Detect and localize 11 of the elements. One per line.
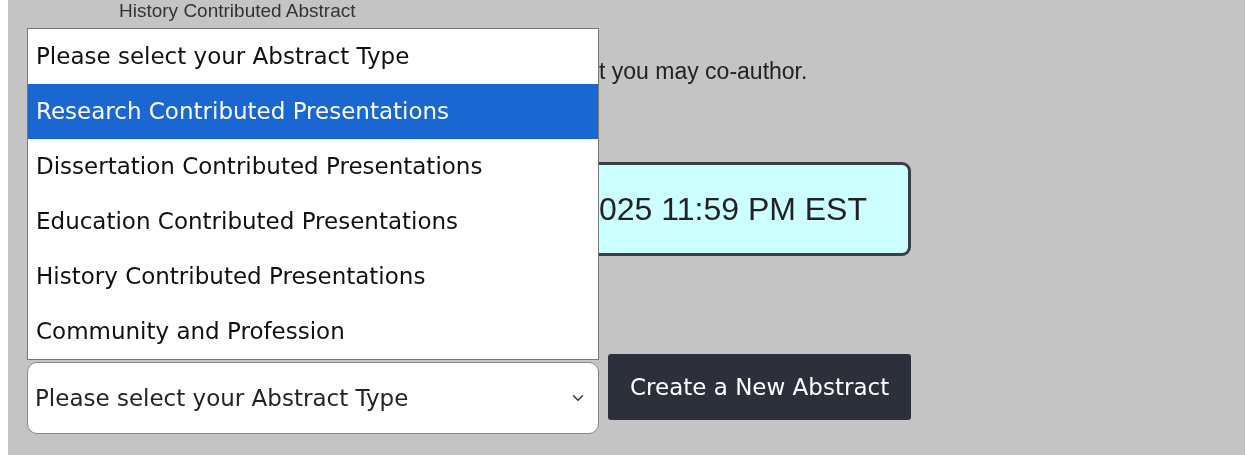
dropdown-option[interactable]: Research Contributed Presentations [28,84,598,139]
instruction-text: t you may co-author. [599,58,808,84]
dropdown-option[interactable]: Dissertation Contributed Presentations [28,139,598,194]
deadline-banner: 025 11:59 PM EST [599,162,911,256]
dropdown-option[interactable]: Please select your Abstract Type [28,29,598,84]
dropdown-option[interactable]: History Contributed Presentations [28,249,598,304]
create-abstract-button[interactable]: Create a New Abstract [608,354,912,420]
dropdown-option[interactable]: Community and Profession [28,304,598,359]
abstract-type-select[interactable]: Please select your Abstract Type [27,362,599,434]
dropdown-option[interactable]: Education Contributed Presentations [28,194,598,249]
section-heading: History Contributed Abstract [118,0,357,22]
